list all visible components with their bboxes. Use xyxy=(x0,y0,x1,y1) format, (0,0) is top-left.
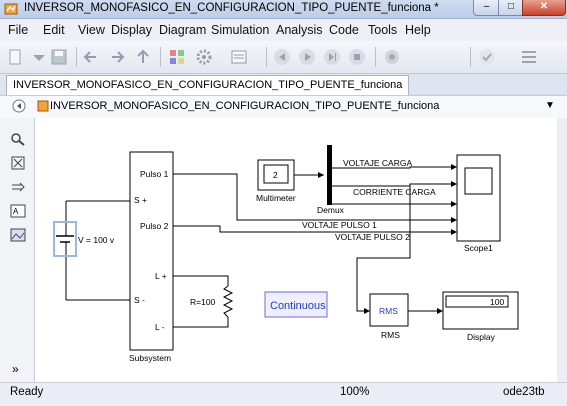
menu-analysis[interactable]: Analysis xyxy=(276,23,323,37)
scope-name: Scope1 xyxy=(464,243,493,253)
port-s-minus: S - xyxy=(134,295,145,305)
image-icon[interactable] xyxy=(10,228,26,242)
vertical-scrollbar[interactable] xyxy=(557,118,567,382)
chevron-down-icon[interactable]: ▼ xyxy=(545,100,555,111)
port-l-minus: L - xyxy=(155,322,165,332)
port-pulso2: Pulso 2 xyxy=(140,221,169,231)
stop-icon[interactable] xyxy=(348,48,366,66)
simulink-app-icon xyxy=(4,3,18,15)
check-icon[interactable] xyxy=(478,48,496,66)
minimize-button[interactable]: – xyxy=(473,0,500,16)
close-button[interactable]: ✕ xyxy=(522,0,566,16)
display-name: Display xyxy=(467,332,496,342)
model-canvas[interactable]: V = 100 v Pulso 1 Pulso 2 S + S - L + L … xyxy=(35,118,557,382)
status-solver[interactable]: ode23tb xyxy=(503,386,545,398)
run-icon[interactable] xyxy=(298,48,316,66)
menu-simulation[interactable]: Simulation xyxy=(211,23,269,37)
port-l-plus: L + xyxy=(155,271,167,281)
signal-voltaje-pulso1: VOLTAJE PULSO 1 xyxy=(302,220,377,230)
menu-tools[interactable]: Tools xyxy=(368,23,397,37)
display-value: 100 xyxy=(490,297,504,307)
status-state: Ready xyxy=(10,386,44,398)
menu-display[interactable]: Display xyxy=(111,23,152,37)
expand-palette-icon[interactable]: » xyxy=(12,362,19,376)
arrow-right-icon[interactable] xyxy=(10,180,26,194)
fit-to-view-icon[interactable] xyxy=(10,156,26,170)
forward-arrow-icon[interactable] xyxy=(108,48,126,66)
library-browser-icon[interactable] xyxy=(168,48,186,66)
step-forward-icon[interactable] xyxy=(323,48,341,66)
menu-view[interactable]: View xyxy=(78,23,105,37)
demux-name: Demux xyxy=(317,205,345,215)
step-back-icon[interactable] xyxy=(273,48,291,66)
subsystem-name: Subsystem xyxy=(129,353,171,363)
up-arrow-icon[interactable] xyxy=(134,48,152,66)
subsystem-block[interactable] xyxy=(129,151,174,351)
status-zoom: 100% xyxy=(340,386,370,398)
maximize-button[interactable]: □ xyxy=(498,0,524,16)
grid-options-icon[interactable] xyxy=(520,48,538,66)
annotation-icon[interactable]: A xyxy=(10,204,26,218)
port-s-plus: S + xyxy=(134,195,147,205)
settings-gear-icon[interactable] xyxy=(195,48,213,66)
rms-inner-label: RMS xyxy=(379,306,398,316)
multimeter-name: Multimeter xyxy=(256,193,296,203)
model-icon xyxy=(37,100,49,112)
hide-explorer-icon[interactable] xyxy=(12,99,26,113)
window-title: INVERSOR_MONOFASICO_EN_CONFIGURACION_TIP… xyxy=(24,2,439,14)
menu-help[interactable]: Help xyxy=(405,23,431,37)
source-label: V = 100 v xyxy=(78,235,115,245)
breadcrumb[interactable]: INVERSOR_MONOFASICO_EN_CONFIGURACION_TIP… xyxy=(50,100,439,112)
signal-corriente-carga: CORRIENTE CARGA xyxy=(353,187,436,197)
powergui-label: Continuous xyxy=(270,300,326,312)
demux-block[interactable] xyxy=(327,145,332,205)
menu-file[interactable]: File xyxy=(8,23,28,37)
svg-text:A: A xyxy=(13,207,19,216)
signal-voltaje-pulso2: VOLTAJE PULSO 2 xyxy=(335,232,410,242)
status-bar xyxy=(0,382,567,406)
save-icon[interactable] xyxy=(50,48,68,66)
menu-code[interactable]: Code xyxy=(329,23,359,37)
model-explorer-icon[interactable] xyxy=(230,48,248,66)
resistor-block[interactable] xyxy=(222,285,234,318)
menu-edit[interactable]: Edit xyxy=(43,23,65,37)
toolbar xyxy=(0,41,567,74)
tool-palette: A » xyxy=(0,118,35,382)
multimeter-value: 2 xyxy=(273,170,278,180)
tab-model[interactable]: INVERSOR_MONOFASICO_EN_CONFIGURACION_TIP… xyxy=(6,75,410,95)
menu-bar: File Edit View Display Diagram Simulatio… xyxy=(0,19,567,41)
new-model-icon[interactable] xyxy=(7,48,25,66)
menu-diagram[interactable]: Diagram xyxy=(159,23,206,37)
open-dropdown-icon[interactable] xyxy=(30,48,48,66)
port-pulso1: Pulso 1 xyxy=(140,169,169,179)
resistor-label: R=100 xyxy=(190,297,216,307)
back-arrow-icon[interactable] xyxy=(82,48,100,66)
zoom-icon[interactable] xyxy=(10,132,26,146)
signal-voltaje-carga: VOLTAJE CARGA xyxy=(343,158,412,168)
record-icon[interactable] xyxy=(383,48,401,66)
block-diagram: V = 100 v Pulso 1 Pulso 2 S + S - L + L … xyxy=(53,145,519,363)
rms-name: RMS xyxy=(381,330,400,340)
